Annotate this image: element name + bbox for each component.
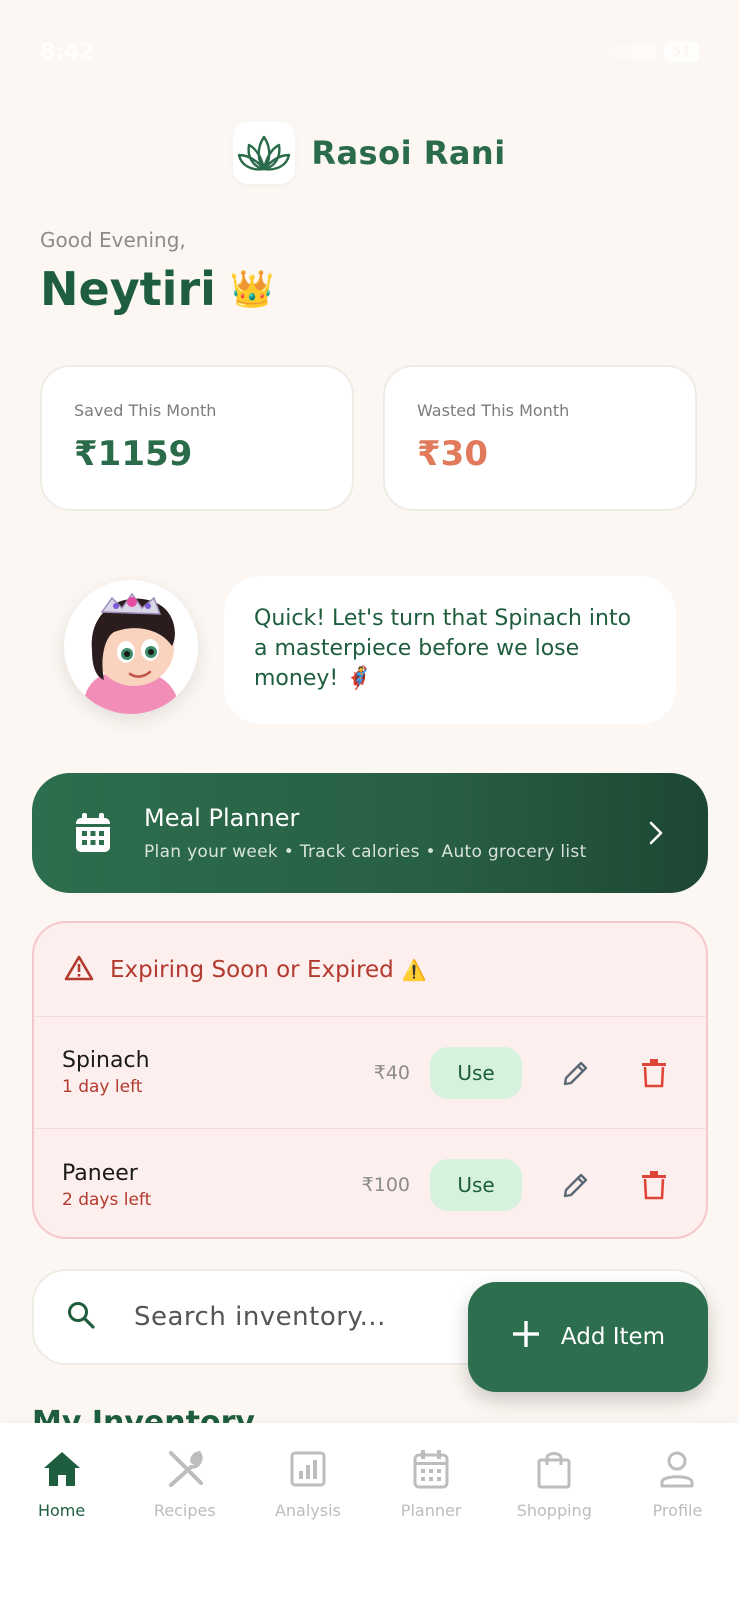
- lotus-icon: [233, 122, 296, 184]
- search-placeholder: Search inventory...: [134, 1302, 386, 1332]
- nav-label: Shopping: [516, 1501, 592, 1520]
- nav-analysis[interactable]: Analysis: [246, 1447, 369, 1600]
- crown-icon: 👑: [229, 269, 275, 310]
- meal-planner-card[interactable]: Meal Planner Plan your week • Track calo…: [32, 773, 708, 893]
- nav-label: Analysis: [274, 1501, 341, 1520]
- user-name-row: Neytiri 👑: [40, 262, 275, 316]
- edit-pencil-icon[interactable]: [552, 1161, 600, 1209]
- nav-home[interactable]: Home: [0, 1447, 123, 1600]
- mascot-speech-bubble: Quick! Let's turn that Spinach into a ma…: [224, 576, 676, 724]
- analysis-icon: [286, 1447, 330, 1491]
- wasted-label: Wasted This Month: [417, 401, 570, 420]
- nav-shopping[interactable]: Shopping: [493, 1447, 616, 1600]
- expiring-title: Expiring Soon or Expired: [110, 956, 394, 983]
- meal-planner-text: Meal Planner Plan your week • Track calo…: [144, 804, 644, 862]
- use-button[interactable]: Use: [430, 1159, 522, 1211]
- warning-emoji-icon: ⚠️: [401, 957, 427, 982]
- item-days-left: 1 day left: [62, 1077, 143, 1097]
- add-item-label: Add Item: [560, 1324, 666, 1350]
- item-price: ₹100: [361, 1174, 410, 1196]
- chevron-right-icon: [644, 818, 668, 848]
- nav-label: Planner: [400, 1501, 462, 1520]
- expiring-header: Expiring Soon or Expired ⚠️: [34, 923, 706, 1017]
- search-icon: [66, 1300, 96, 1334]
- item-info: Paneer 2 days left: [62, 1161, 362, 1210]
- shopping-bag-icon: [532, 1447, 576, 1491]
- saved-this-month-card: Saved This Month ₹1159: [40, 365, 354, 511]
- wasted-this-month-card: Wasted This Month ₹30: [383, 365, 697, 511]
- alert-triangle-icon: [64, 954, 94, 986]
- bottom-nav: Home Recipes Analysis Planner Shopping P…: [0, 1423, 739, 1600]
- expiring-item-row: Paneer 2 days left ₹100 Use: [34, 1129, 706, 1237]
- profile-icon: [655, 1447, 699, 1491]
- nav-planner[interactable]: Planner: [370, 1447, 493, 1600]
- saved-label: Saved This Month: [74, 401, 217, 420]
- status-bar: 8:42 51: [40, 36, 699, 68]
- nav-label: Recipes: [153, 1501, 216, 1520]
- status-indicators: 51: [595, 42, 699, 62]
- item-days-left: 2 days left: [62, 1189, 152, 1210]
- nav-label: Home: [37, 1501, 86, 1520]
- app-title: Rasoi Rani: [311, 134, 506, 172]
- battery-icon: 51: [663, 42, 699, 62]
- nav-recipes[interactable]: Recipes: [123, 1447, 246, 1600]
- wasted-value: ₹30: [417, 434, 488, 474]
- delete-trash-icon[interactable]: [630, 1161, 678, 1209]
- nav-profile[interactable]: Profile: [616, 1447, 739, 1600]
- home-icon: [40, 1447, 84, 1491]
- add-item-button[interactable]: Add Item: [468, 1282, 708, 1392]
- user-name: Neytiri: [40, 262, 216, 316]
- item-info: Spinach 1 day left: [62, 1048, 374, 1097]
- delete-trash-icon[interactable]: [630, 1049, 678, 1097]
- greeting-salutation: Good Evening,: [40, 228, 186, 252]
- signal-icon: [595, 45, 656, 59]
- nav-label: Profile: [652, 1501, 703, 1520]
- use-button[interactable]: Use: [430, 1046, 522, 1099]
- utensils-icon: [163, 1447, 207, 1491]
- expiring-section: Expiring Soon or Expired ⚠️ Spinach 1 da…: [32, 921, 708, 1239]
- plus-icon: [511, 1319, 541, 1355]
- item-name: Paneer: [62, 1160, 138, 1186]
- calendar-icon: [409, 1447, 453, 1491]
- item-name: Spinach: [62, 1048, 150, 1073]
- calendar-icon: [72, 812, 114, 854]
- saved-value: ₹1159: [74, 434, 193, 474]
- meal-planner-subtitle: Plan your week • Track calories • Auto g…: [144, 842, 587, 862]
- edit-pencil-icon[interactable]: [552, 1049, 600, 1097]
- app-header: Rasoi Rani: [0, 122, 739, 184]
- item-price: ₹40: [373, 1061, 410, 1084]
- expiring-item-row: Spinach 1 day left ₹40 Use: [34, 1017, 706, 1129]
- meal-planner-title: Meal Planner: [144, 804, 300, 832]
- status-time: 8:42: [40, 39, 95, 65]
- mascot-avatar: [64, 580, 198, 714]
